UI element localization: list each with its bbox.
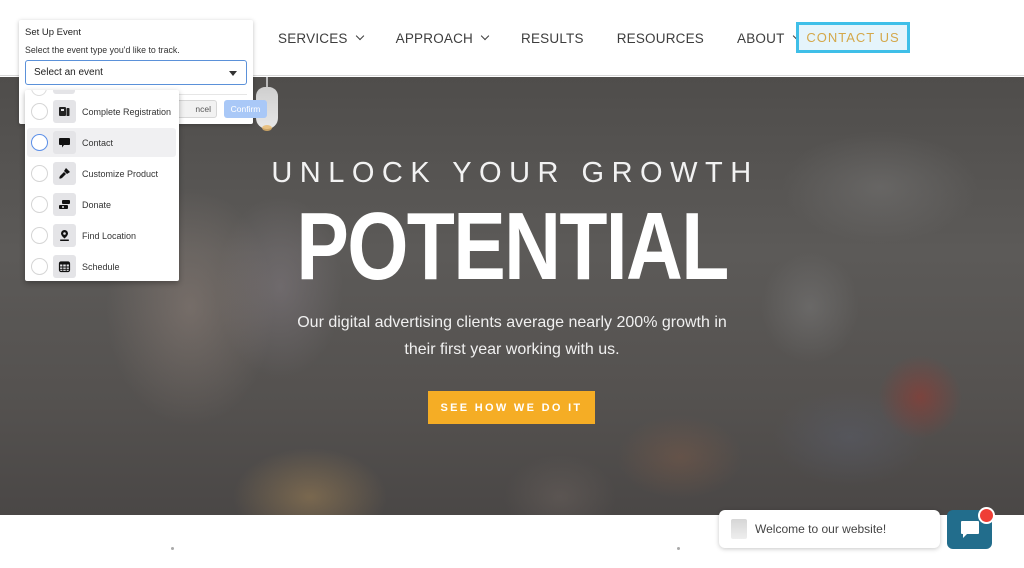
option-label: Complete Registration xyxy=(82,106,172,117)
panel-description: Select the event type you'd like to trac… xyxy=(25,45,180,55)
hero-description: Our digital advertising clients average … xyxy=(0,309,1024,363)
chat-welcome-bubble[interactable]: Welcome to our website! xyxy=(719,510,940,548)
chat-bubble-icon xyxy=(53,131,76,154)
cancel-button[interactable]: ncel xyxy=(173,100,217,118)
nav-item-resources[interactable]: RESOURCES xyxy=(617,31,704,46)
radio-button[interactable] xyxy=(31,258,48,275)
radio-button[interactable] xyxy=(31,196,48,213)
nav-label: RESULTS xyxy=(521,30,584,46)
radio-button[interactable] xyxy=(31,103,48,120)
chat-welcome-text: Welcome to our website! xyxy=(755,522,887,536)
option-customize-product[interactable]: Customize Product xyxy=(25,159,179,188)
radio-button[interactable] xyxy=(31,134,48,151)
nav-item-results[interactable]: RESULTS xyxy=(521,31,584,46)
caret-down-icon xyxy=(229,71,237,76)
option-label: Donate xyxy=(82,199,112,210)
option-complete-registration[interactable]: Complete Registration xyxy=(25,97,179,126)
chat-icon xyxy=(960,521,979,538)
option-find-location[interactable]: Find Location xyxy=(25,221,179,250)
hero-description-line-1: Our digital advertising clients average … xyxy=(297,314,727,331)
radio-button[interactable] xyxy=(31,165,48,182)
nav-label: ABOUT xyxy=(737,30,785,46)
option-icon-partial xyxy=(53,90,75,94)
option-contact[interactable]: Contact xyxy=(27,128,176,157)
nav-label: RESOURCES xyxy=(616,30,705,46)
see-how-we-do-it-button[interactable]: SEE HOW WE DO IT xyxy=(428,391,595,424)
paintbrush-icon xyxy=(53,162,76,185)
event-options-list[interactable]: Complete Registration Contact Customize … xyxy=(25,90,179,281)
event-select[interactable]: Select an event xyxy=(25,60,247,85)
radio-button[interactable] xyxy=(31,227,48,244)
panel-title: Set Up Event xyxy=(25,27,81,38)
option-label: Customize Product xyxy=(82,168,159,179)
nav-label: APPROACH xyxy=(395,30,474,46)
contact-us-button[interactable]: CONTACT US xyxy=(796,22,910,53)
nav-item-approach[interactable]: APPROACH xyxy=(395,30,490,46)
registration-icon xyxy=(53,100,76,123)
notification-badge xyxy=(978,507,995,524)
donate-hand-icon xyxy=(53,193,76,216)
divider-dot xyxy=(171,547,174,550)
option-label: Schedule xyxy=(82,261,120,272)
nav-item-services[interactable]: SERVICES xyxy=(278,30,364,46)
option-donate[interactable]: Donate xyxy=(25,190,179,219)
option-label: Contact xyxy=(82,137,114,148)
chat-agent-avatar xyxy=(731,519,747,539)
hero-description-line-2: their first year working with us. xyxy=(404,341,620,358)
chevron-down-icon xyxy=(355,31,364,41)
calendar-icon xyxy=(53,255,76,278)
nav-label: SERVICES xyxy=(278,30,348,46)
option-label: Find Location xyxy=(82,230,137,241)
divider-dot xyxy=(677,547,680,550)
option-schedule[interactable]: Schedule xyxy=(25,252,179,281)
chevron-down-icon xyxy=(480,31,490,41)
map-pin-icon xyxy=(53,224,76,247)
event-select-placeholder: Select an event xyxy=(34,67,103,78)
hero-title: POTENTIAL xyxy=(296,193,729,300)
nav-item-about[interactable]: ABOUT xyxy=(737,30,801,46)
confirm-button[interactable]: Confirm xyxy=(224,100,267,118)
radio-button[interactable] xyxy=(31,90,47,96)
